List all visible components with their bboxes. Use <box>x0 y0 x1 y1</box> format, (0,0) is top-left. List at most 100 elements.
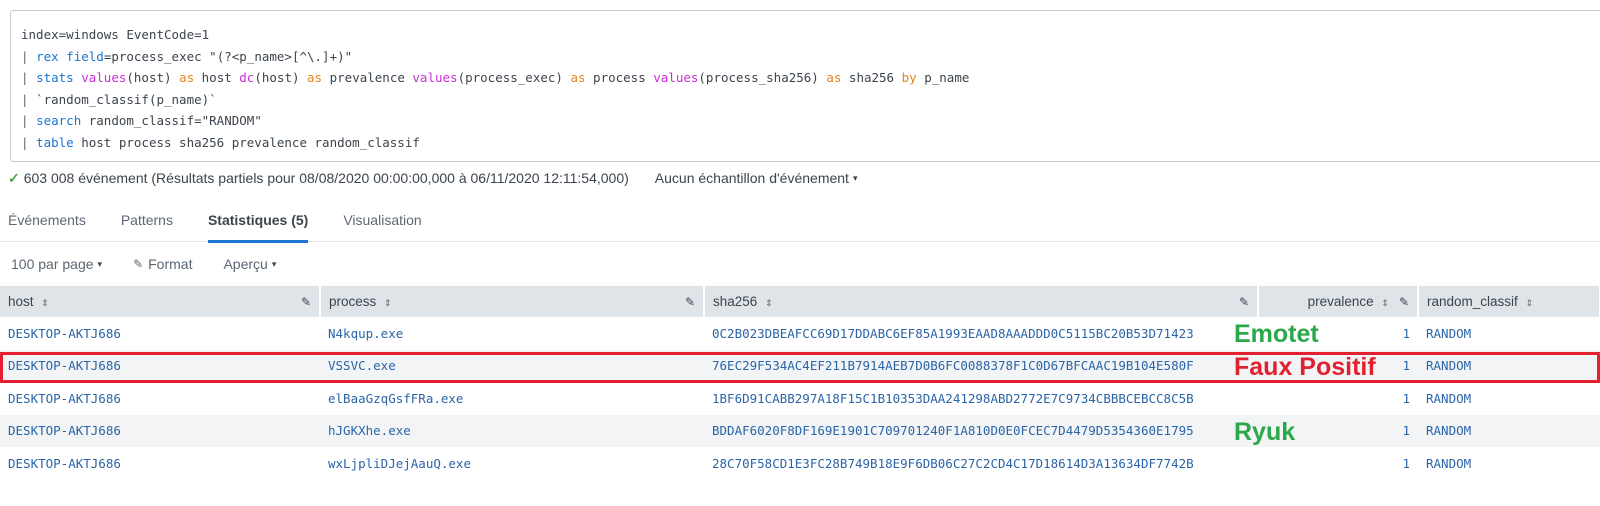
sort-icon: ⇕ <box>765 298 773 308</box>
table-row[interactable]: DESKTOP-AKTJ686 hJGKXhe.exe BDDAF6020F8DF1… <box>0 414 1600 447</box>
query-token: process <box>585 70 654 86</box>
annotation-label: Faux Positif <box>1234 352 1376 381</box>
query-token: values <box>653 70 699 86</box>
cell-process[interactable]: N4kqup.exe <box>320 317 704 350</box>
event-count-text: 603 008 événement (Résultats partiels po… <box>23 170 629 186</box>
format-label: Format <box>148 256 193 272</box>
query-token: by <box>901 70 917 86</box>
query-token: field <box>66 48 104 64</box>
table-header-row: host ⇕ ✎ process ⇕ ✎ sha256 ⇕ ✎ prevalen… <box>0 286 1600 317</box>
cell-host[interactable]: DESKTOP-AKTJ686 <box>0 317 320 350</box>
table-row[interactable]: DESKTOP-AKTJ686 elBaaGzqGsfFRa.exe 1BF6D91… <box>0 382 1600 415</box>
cell-sha256[interactable]: 1BF6D91CABB297A18F15C1B10353DAA241298ABD… <box>704 382 1258 415</box>
sort-icon: ⇕ <box>1381 298 1389 308</box>
cell-process[interactable]: VSSVC.exe <box>320 349 704 382</box>
cell-host[interactable]: DESKTOP-AKTJ686 <box>0 447 320 480</box>
query-token: index=windows EventCode=1 <box>21 27 210 42</box>
query-token: as <box>826 70 842 86</box>
query-token: host process sha256 prevalence random_cl… <box>81 134 420 150</box>
query-token: values <box>412 70 458 86</box>
query-token: | <box>21 113 37 129</box>
cell-sha256[interactable]: 28C70F58CD1E3FC28B749B18E9F6DB06C27C2CD4… <box>704 447 1258 480</box>
query-line: | search random_classif="RANDOM" <box>21 110 1599 132</box>
column-header-prevalence[interactable]: prevalence ⇕ ✎ <box>1258 286 1419 317</box>
query-token: | <box>21 91 37 107</box>
query-line: | table host process sha256 prevalence r… <box>21 132 1599 154</box>
cell-sha256[interactable]: 0C2B023DBEAFCC69D17DDABC6EF85A1993EAAD8A… <box>704 317 1258 350</box>
query-token: table <box>36 134 82 150</box>
query-token: | <box>21 134 37 150</box>
query-token: dc <box>239 70 255 86</box>
column-header-sha256[interactable]: sha256 ⇕ ✎ <box>704 286 1259 317</box>
edit-column-icon[interactable]: ✎ <box>685 295 695 309</box>
sort-icon: ⇕ <box>41 298 49 308</box>
query-token: as <box>179 70 195 86</box>
cell-sha256[interactable]: BDDAF6020F8DF169E1901C709701240F1A810D0E… <box>704 414 1258 447</box>
query-token: as <box>570 70 586 86</box>
column-header-process[interactable]: process ⇕ ✎ <box>320 286 705 317</box>
search-query-editor[interactable]: index=windows EventCode=1 | rex field=pro… <box>10 10 1600 162</box>
cell-random-classif[interactable]: RANDOM <box>1418 447 1600 480</box>
edit-column-icon[interactable]: ✎ <box>301 295 311 309</box>
format-button[interactable]: ✎ Format <box>133 256 192 272</box>
sampling-dropdown[interactable]: Aucun échantillon d'événement ▾ <box>655 170 858 186</box>
cell-prevalence[interactable]: 1 <box>1258 382 1418 415</box>
query-token: random_classif="RANDOM" <box>88 113 262 129</box>
pencil-icon: ✎ <box>133 257 144 271</box>
query-token: (host) <box>254 70 308 86</box>
query-token: | <box>21 48 37 64</box>
query-token: stats <box>36 70 82 86</box>
query-token: values <box>81 70 127 86</box>
cell-host[interactable]: DESKTOP-AKTJ686 <box>0 382 320 415</box>
tab-events[interactable]: Événements <box>8 200 86 242</box>
query-token: (process_exec) <box>457 70 571 86</box>
caret-down-icon: ▾ <box>97 258 103 269</box>
tab-patterns[interactable]: Patterns <box>121 200 173 242</box>
column-header-random-classif[interactable]: random_classif ⇕ <box>1418 286 1600 317</box>
success-check-icon: ✓ <box>8 169 20 186</box>
query-token: p_name <box>916 70 970 86</box>
per-page-dropdown[interactable]: 100 par page ▾ <box>11 256 102 272</box>
cell-random-classif[interactable]: RANDOM <box>1418 317 1600 350</box>
query-token: prevalence <box>322 70 413 86</box>
cell-host[interactable]: DESKTOP-AKTJ686 <box>0 349 320 382</box>
table-body: DESKTOP-AKTJ686 N4kqup.exe 0C2B023DBEAFCC6… <box>0 317 1600 480</box>
caret-down-icon: ▾ <box>271 258 277 269</box>
table-row[interactable]: DESKTOP-AKTJ686 wxLjpliDJejAauQ.exe 28C70F… <box>0 447 1600 480</box>
edit-column-icon[interactable]: ✎ <box>1239 295 1249 309</box>
cell-host[interactable]: DESKTOP-AKTJ686 <box>0 414 320 447</box>
cell-process[interactable]: wxLjpliDJejAauQ.exe <box>320 447 704 480</box>
annotation-label: Ryuk <box>1234 417 1296 446</box>
cell-random-classif[interactable]: RANDOM <box>1418 414 1600 447</box>
query-token: | <box>21 70 37 86</box>
cell-process[interactable]: elBaaGzqGsfFRa.exe <box>320 382 704 415</box>
cell-sha256[interactable]: 76EC29F534AC4EF211B7914AEB7D0B6FC0088378… <box>704 349 1258 382</box>
sort-icon: ⇕ <box>1525 298 1534 308</box>
query-token: `random_classif(p_name)` <box>36 91 217 107</box>
query-token: (process_sha256) <box>698 70 827 86</box>
query-line: index=windows EventCode=1 <box>21 24 1599 46</box>
search-status: ✓ 603 008 événement (Résultats partiels … <box>8 168 857 188</box>
results-tabs: Événements Patterns Statistiques (5) Vis… <box>0 200 1600 243</box>
table-row[interactable]: DESKTOP-AKTJ686 N4kqup.exe 0C2B023DBEAFCC6… <box>0 317 1600 350</box>
query-token: =process_exec "(?<p_name>[^\.]+)" <box>103 48 353 64</box>
preview-dropdown[interactable]: Aperçu ▾ <box>223 256 276 272</box>
cell-prevalence[interactable]: 1 <box>1258 447 1418 480</box>
edit-column-icon[interactable]: ✎ <box>1399 295 1409 309</box>
caret-down-icon: ▾ <box>852 172 858 183</box>
cell-process[interactable]: hJGKXhe.exe <box>320 414 704 447</box>
query-token: as <box>307 70 323 86</box>
query-token: sha256 <box>841 70 902 86</box>
sort-icon: ⇕ <box>384 298 392 308</box>
annotation-label: Emotet <box>1234 320 1319 348</box>
tab-statistics[interactable]: Statistiques (5) <box>207 200 309 243</box>
cell-random-classif[interactable]: RANDOM <box>1418 349 1600 382</box>
query-token: search <box>36 113 89 129</box>
column-header-host[interactable]: host ⇕ ✎ <box>0 286 321 317</box>
sampling-label: Aucun échantillon d'événement <box>654 170 849 186</box>
preview-label: Aperçu <box>223 256 268 272</box>
tab-visualization[interactable]: Visualisation <box>343 200 421 242</box>
cell-random-classif[interactable]: RANDOM <box>1418 382 1600 415</box>
query-line: | rex field=process_exec "(?<p_name>[^\.… <box>21 46 1599 68</box>
query-token: host <box>194 70 240 86</box>
